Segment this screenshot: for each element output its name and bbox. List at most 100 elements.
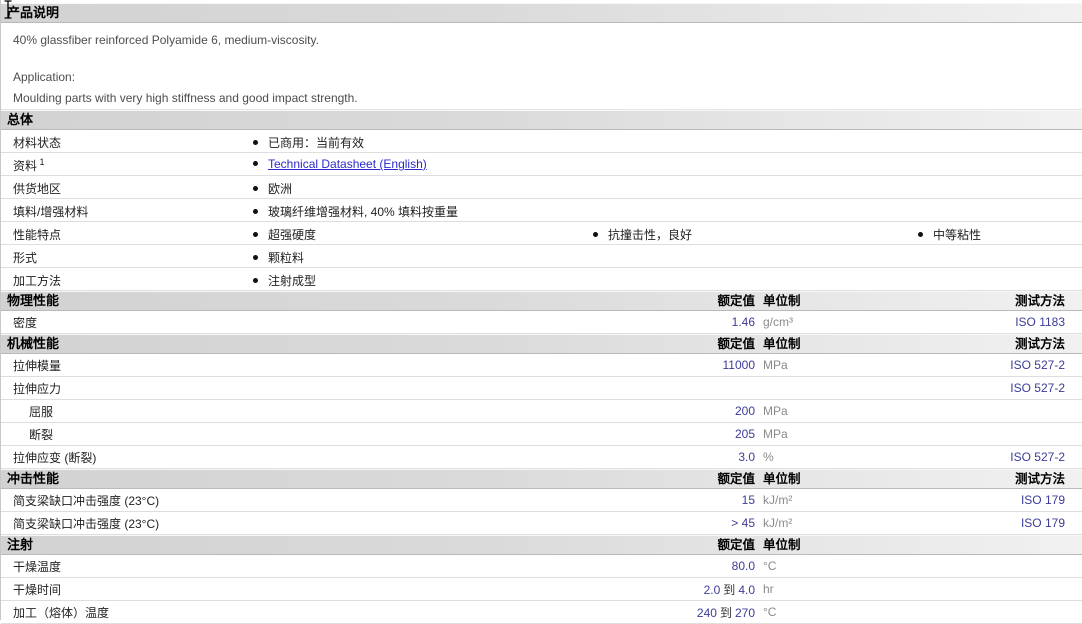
property-row: 拉伸模量 11000 MPa ISO 527-2: [1, 354, 1082, 377]
property-label: 屈服: [29, 404, 54, 419]
bullet-item: 抗撞击性，良好: [593, 226, 692, 243]
property-row: 屈服 200 MPa: [1, 400, 1082, 423]
property-value: 11000: [605, 358, 755, 372]
value-number: 80.0: [731, 559, 755, 573]
general-rows-container: 材料状态 已商用：当前有效资料 1 Technical Datasheet (Eng…: [1, 130, 1082, 291]
property-row: 干燥温度 80.0 °C: [1, 555, 1082, 578]
column-header-unit-system: 单位制: [763, 472, 801, 486]
row-label: 性能特点: [13, 228, 62, 242]
property-unit: hr: [763, 582, 774, 596]
bullet-item: 欧洲: [253, 180, 292, 197]
section-title: 冲击性能: [7, 471, 60, 486]
property-value: 80.0: [605, 559, 755, 573]
property-value: 240 到 270: [605, 604, 755, 621]
row-label: 填料/增强材料: [13, 205, 89, 219]
bullet-item: 颗粒料: [253, 249, 304, 266]
property-value: 1.46: [605, 315, 755, 329]
bullet-icon: [253, 186, 258, 191]
value-number: 2.0: [703, 582, 721, 597]
value-number: 240: [696, 605, 717, 620]
bullet-item-text: 已商用：当前有效: [268, 136, 365, 150]
value-number: 200: [734, 404, 755, 418]
range-joiner: 到: [719, 605, 732, 620]
range-joiner: 到: [723, 582, 736, 597]
value-number-2: 4.0: [738, 582, 755, 597]
section-header-1: 机械性能 额定值 单位制 测试方法: [1, 334, 1082, 354]
column-header-rated-value: 额定值: [717, 337, 755, 351]
row-label: 形式: [13, 251, 38, 265]
section-header-3: 注射 额定值 单位制: [1, 535, 1082, 555]
technical-datasheet-link[interactable]: Technical Datasheet (English): [268, 157, 427, 171]
bullet-item: 中等粘性: [918, 226, 981, 243]
property-label: 断裂: [29, 427, 54, 442]
general-row: 性能特点 超强硬度 抗撞击性，良好 中等粘性: [1, 222, 1082, 245]
value-number: 1.46: [731, 315, 755, 329]
bullet-icon: [253, 140, 258, 145]
property-label: 干燥温度: [13, 559, 62, 574]
row-label: 供货地区: [13, 182, 62, 196]
bullet-icon: [918, 232, 923, 237]
property-row: 加工（熔体）温度 240 到 270 °C: [1, 601, 1082, 624]
bullet-item-text: 中等粘性: [933, 228, 982, 242]
bullet-item-text: 颗粒料: [268, 251, 305, 265]
section-header-general: 总体: [1, 110, 1082, 130]
property-test-method: ISO 179: [1020, 516, 1065, 530]
property-label: 拉伸模量: [13, 358, 62, 373]
value-number: 15: [741, 493, 755, 507]
section-title: 注射: [7, 537, 34, 552]
property-label: 简支梁缺口冲击强度 (23°C): [13, 493, 160, 508]
property-unit: g/cm³: [763, 315, 793, 329]
property-unit: kJ/m²: [763, 493, 793, 507]
property-unit: °C: [763, 605, 777, 619]
general-row: 资料 1 Technical Datasheet (English): [1, 153, 1082, 176]
property-value: 3.0: [605, 450, 755, 464]
bullet-item: 超强硬度: [253, 226, 316, 243]
property-value: 2.0 到 4.0: [605, 581, 755, 598]
property-label: 拉伸应变 (断裂): [13, 450, 97, 465]
property-unit: MPa: [763, 404, 788, 418]
section-header-product-description: 产品说明: [1, 3, 1082, 23]
section-header-2: 冲击性能 额定值 单位制 测试方法: [1, 469, 1082, 489]
property-label: 简支梁缺口冲击强度 (23°C): [13, 516, 160, 531]
property-label: 干燥时间: [13, 582, 62, 597]
property-value: 200: [605, 404, 755, 418]
property-row: 拉伸应变 (断裂) 3.0% ISO 527-2: [1, 446, 1082, 469]
section-header-0: 物理性能 额定值 单位制 测试方法: [1, 291, 1082, 311]
bullet-item: Technical Datasheet (English): [253, 157, 427, 171]
section-title: 总体: [7, 112, 34, 127]
value-number-2: 270: [734, 605, 755, 620]
property-test-method: ISO 179: [1020, 493, 1065, 507]
property-row: 干燥时间 2.0 到 4.0 hr: [1, 578, 1082, 601]
property-value: > 45: [605, 516, 755, 530]
property-unit: %: [763, 450, 774, 464]
bullet-item: 已商用：当前有效: [253, 134, 364, 151]
property-unit: kJ/m²: [763, 516, 793, 530]
property-value: 205: [605, 427, 755, 441]
row-label: 资料 1: [13, 157, 45, 173]
property-test-method: ISO 527-2: [1010, 358, 1065, 372]
column-header-test-method: 测试方法: [1014, 472, 1065, 486]
datasheet-page: 产品说明 40% glassfiber reinforced Polyamide…: [0, 0, 1082, 624]
property-label: 拉伸应力: [13, 381, 62, 396]
column-header-test-method: 测试方法: [1014, 294, 1065, 308]
column-header-unit-system: 单位制: [763, 337, 801, 351]
property-unit: °C: [763, 559, 777, 573]
property-row: 简支梁缺口冲击强度 (23°C) 15 kJ/m² ISO 179: [1, 489, 1082, 512]
property-row: 简支梁缺口冲击强度 (23°C) > 45 kJ/m² ISO 179: [1, 512, 1082, 535]
property-unit: MPa: [763, 358, 788, 372]
value-number: 3.0: [738, 450, 755, 464]
column-header-test-method: 测试方法: [1014, 337, 1065, 351]
general-row: 材料状态 已商用：当前有效: [1, 130, 1082, 153]
product-description-block: 40% glassfiber reinforced Polyamide 6, m…: [1, 23, 1082, 110]
general-row: 填料/增强材料 玻璃纤维增强材料, 40% 填料按重量: [1, 199, 1082, 222]
property-sections-container: 物理性能 额定值 单位制 测试方法 密度 1.46 g/cm³ ISO 1183 机械性能 额定值…: [1, 291, 1082, 624]
property-unit: MPa: [763, 427, 788, 441]
bullet-item-text: 注射成型: [268, 274, 317, 288]
bullet-icon: [253, 278, 258, 283]
column-header-rated-value: 额定值: [717, 294, 755, 308]
bullet-item-text: 超强硬度: [268, 228, 317, 242]
property-label: 密度: [13, 315, 38, 330]
property-row: 拉伸应力 ISO 527-2: [1, 377, 1082, 400]
row-label: 材料状态: [13, 136, 62, 150]
property-test-method: ISO 527-2: [1010, 450, 1065, 464]
